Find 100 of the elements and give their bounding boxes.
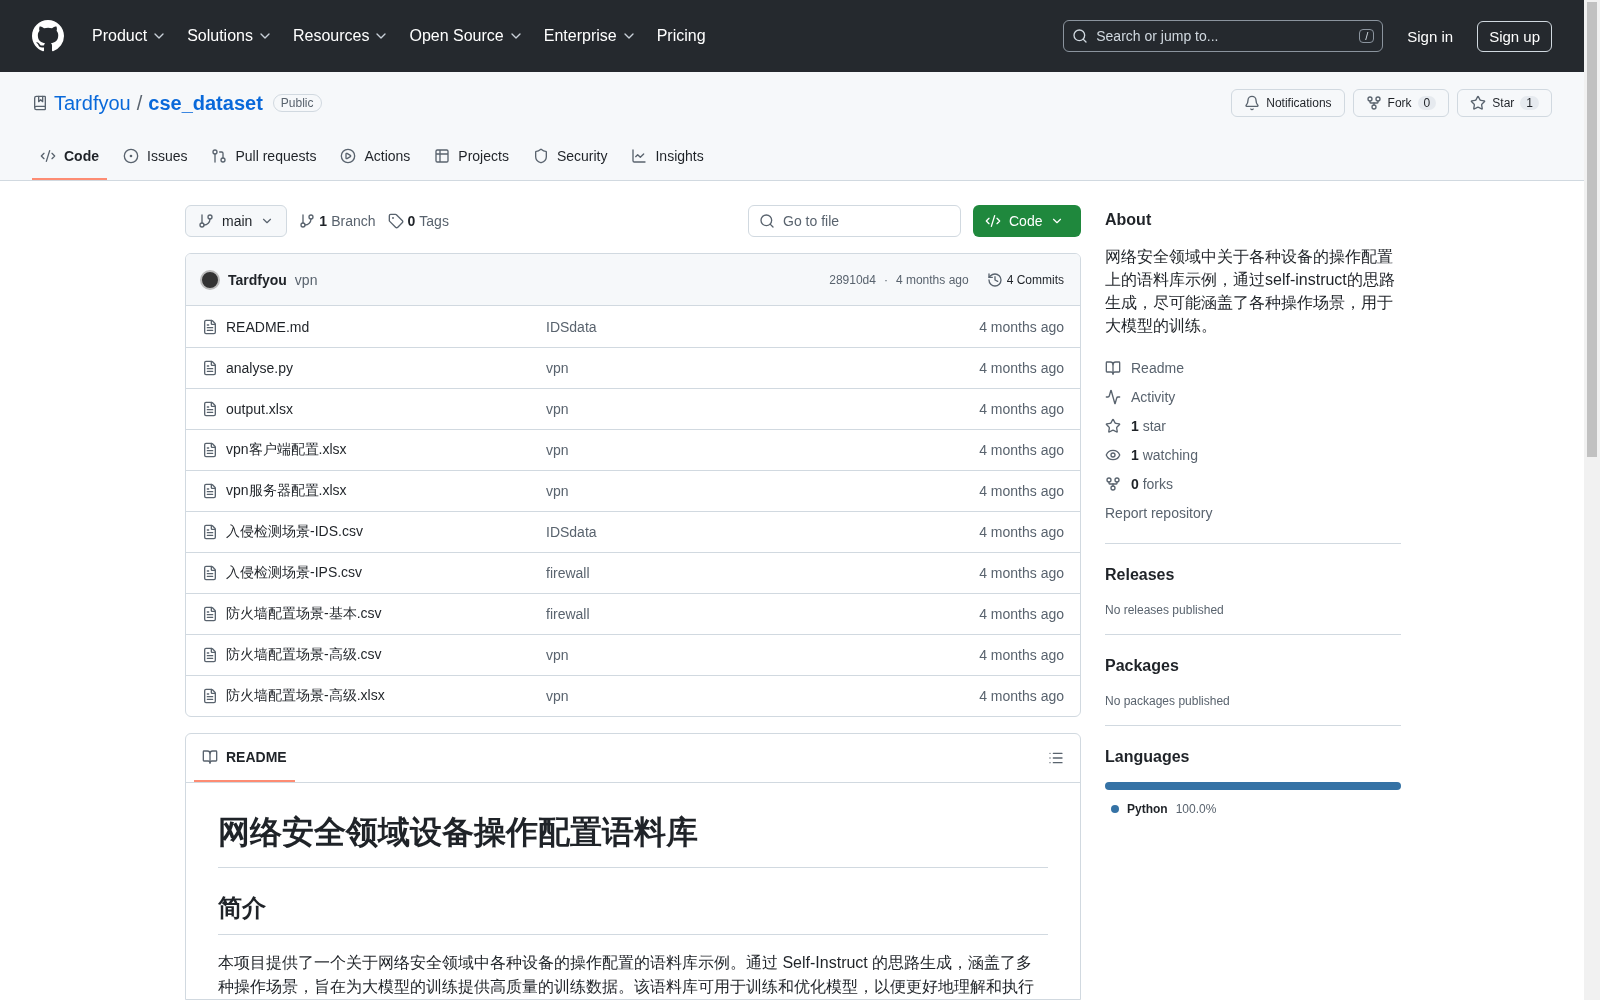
- repo-tab[interactable]: Pull requests: [203, 138, 325, 180]
- readme-heading: 简介: [218, 892, 1048, 935]
- commit-time: 4 months ago: [895, 272, 969, 287]
- commit-message-link[interactable]: IDSdata: [546, 318, 980, 335]
- language-name[interactable]: Python: [1127, 802, 1168, 816]
- search-icon: [1072, 28, 1089, 44]
- about-link[interactable]: 1 watching: [1105, 440, 1401, 469]
- file-name-link[interactable]: 入侵检测场景-IPS.csv: [226, 564, 546, 582]
- code-icon: [985, 213, 1001, 229]
- repo-tab[interactable]: Actions: [332, 138, 419, 180]
- branch-icon: [299, 213, 316, 229]
- logo-icon[interactable]: [32, 20, 64, 52]
- commit-message-link[interactable]: vpn: [546, 442, 980, 458]
- readme-paragraph: 本项目提供了一个关于网络安全领域中各种设备的操作配置的语料库示例。通过 Self-Instruct 的思路生成，涵盖了多种操作场景，旨在为大模型的训练提供高质量的训练数据。该语料库可用于训练和优化模型，以便更好地理解和执行: [218, 953, 1035, 997]
- section-title[interactable]: Releases: [1105, 566, 1401, 584]
- report-link[interactable]: Report repository: [1105, 498, 1401, 527]
- about-link[interactable]: 1 star: [1105, 411, 1401, 440]
- sign-in-link[interactable]: Sign in: [1407, 27, 1454, 45]
- nav-menu[interactable]: Open Source: [403, 21, 530, 51]
- code-button[interactable]: Code: [973, 205, 1081, 237]
- owner-link[interactable]: Tardfyou: [54, 91, 131, 115]
- commit-time: 4 months ago: [979, 565, 1064, 581]
- tags-link[interactable]: 0 Tags: [387, 213, 449, 229]
- star-button[interactable]: Star 1: [1457, 89, 1552, 117]
- history-icon: [986, 271, 1003, 288]
- file-name-link[interactable]: 入侵检测场景-IDS.csv: [226, 523, 546, 541]
- search-icon: [759, 213, 775, 229]
- commit-message-link[interactable]: vpn: [546, 647, 980, 663]
- file-name-link[interactable]: analyse.py: [226, 360, 546, 376]
- file-name-link[interactable]: README.md: [226, 318, 546, 335]
- commit-message[interactable]: vpn: [294, 271, 318, 288]
- tag-icon: [387, 213, 404, 229]
- commit-time: 4 months ago: [979, 606, 1064, 622]
- actions-icon: [340, 148, 357, 164]
- commit-author[interactable]: Tardfyou: [228, 271, 287, 288]
- branch-button[interactable]: main: [185, 205, 288, 237]
- file-name-link[interactable]: vpn服务器配置.xlsx: [226, 482, 546, 500]
- file-icon: [202, 318, 218, 335]
- outline-icon: [1048, 750, 1064, 766]
- fork-button[interactable]: Fork 0: [1352, 89, 1450, 117]
- go-to-file-field[interactable]: Go to file: [748, 205, 961, 237]
- readme-tab[interactable]: README: [194, 734, 295, 782]
- nav-menu[interactable]: Product: [86, 21, 174, 51]
- nav-menu[interactable]: Solutions: [181, 21, 279, 51]
- commit-message-link[interactable]: vpn: [546, 360, 980, 376]
- insights-icon: [631, 148, 648, 164]
- bell-button[interactable]: Notifications: [1231, 89, 1345, 117]
- about-link[interactable]: Activity: [1105, 382, 1401, 411]
- branch-icon: [198, 213, 214, 229]
- commit-message-link[interactable]: firewall: [546, 565, 980, 581]
- file-name-link[interactable]: 防火墙配置场景-高级.csv: [226, 646, 546, 664]
- nav-menu[interactable]: Enterprise: [537, 21, 643, 51]
- book-icon: [1105, 359, 1121, 376]
- commits-link[interactable]: 4 Commits: [986, 271, 1064, 288]
- star-icon: [1470, 95, 1487, 111]
- avatar[interactable]: [200, 269, 220, 290]
- repo-tab[interactable]: Security: [524, 138, 616, 180]
- commit-message-link[interactable]: vpn: [546, 401, 980, 417]
- commit-time: 4 months ago: [979, 401, 1064, 417]
- file-name-link[interactable]: output.xlsx: [226, 401, 546, 417]
- file-icon: [202, 524, 218, 540]
- file-icon: [202, 647, 218, 663]
- repo-tab[interactable]: Issues: [115, 138, 196, 180]
- dot-separator: ·: [883, 272, 888, 287]
- repo-name-link[interactable]: cse_dataset: [148, 91, 263, 115]
- language-percent: 100.0%: [1175, 802, 1217, 816]
- file-icon: [202, 360, 218, 376]
- commit-message-link[interactable]: vpn: [546, 688, 980, 704]
- commit-message-link[interactable]: IDSdata: [546, 524, 980, 540]
- commit-message-link[interactable]: vpn: [546, 483, 980, 499]
- scrollbar-thumb[interactable]: [1587, 2, 1597, 457]
- sign-up-button[interactable]: Sign up: [1477, 20, 1552, 52]
- commit-time: 4 months ago: [979, 442, 1064, 458]
- repo-tab[interactable]: Code: [32, 138, 107, 180]
- about-link[interactable]: Readme: [1105, 353, 1401, 382]
- nav-menu[interactable]: Pricing: [650, 21, 712, 51]
- branches-link[interactable]: 1 Branch: [299, 213, 376, 229]
- commit-time: 4 months ago: [979, 483, 1064, 499]
- issues-icon: [123, 148, 139, 164]
- commit-time: 4 months ago: [979, 647, 1064, 663]
- repo-tab[interactable]: Insights: [623, 138, 712, 180]
- about-title: About: [1105, 211, 1153, 229]
- nav-menu[interactable]: Resources: [286, 21, 396, 51]
- commit-hash[interactable]: 28910d4: [829, 272, 876, 287]
- search-field[interactable]: Search or jump to... /: [1063, 20, 1384, 52]
- commit-message-link[interactable]: firewall: [546, 606, 980, 622]
- about-link[interactable]: 0 forks: [1105, 469, 1401, 498]
- projects-icon: [434, 148, 451, 164]
- file-icon: [202, 565, 218, 581]
- fork-icon: [1105, 475, 1121, 492]
- bell-icon: [1244, 95, 1261, 111]
- commit-time: 4 months ago: [979, 524, 1064, 540]
- file-name-link[interactable]: vpn客户端配置.xlsx: [226, 441, 546, 459]
- section-title[interactable]: Packages: [1105, 657, 1401, 675]
- repo-tab[interactable]: Projects: [426, 138, 517, 180]
- pulse-icon: [1105, 388, 1121, 405]
- file-icon: [202, 442, 218, 458]
- book-icon: [202, 748, 218, 765]
- file-name-link[interactable]: 防火墙配置场景-高级.xlsx: [226, 687, 546, 705]
- file-name-link[interactable]: 防火墙配置场景-基本.csv: [226, 605, 546, 623]
